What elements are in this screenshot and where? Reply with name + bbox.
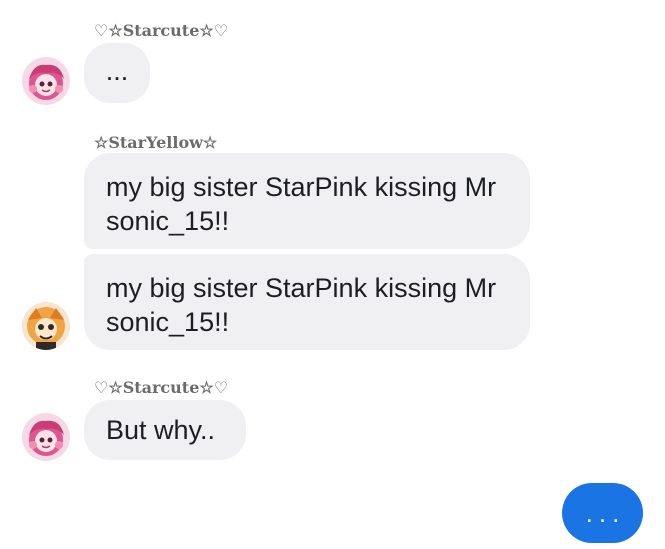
message-text: ... — [105, 56, 129, 86]
sender-name-starcute-2: ♡☆Starcute☆♡ — [94, 378, 229, 397]
message-bubble-but-why[interactable]: But why.. — [84, 400, 246, 460]
avatar-starcute-icon[interactable] — [22, 57, 70, 105]
message-bubble-1[interactable]: my big sister StarPink kissing Mr sonic_… — [84, 153, 530, 249]
message-bubble-2[interactable]: my big sister StarPink kissing Mr sonic_… — [84, 254, 530, 350]
avatar-starcute-icon[interactable] — [22, 413, 70, 461]
message-bubble-ellipsis[interactable]: ... — [84, 43, 150, 103]
sender-name-staryellow: ☆StarYellow☆ — [94, 133, 218, 152]
outgoing-typing-bubble[interactable]: ... — [562, 483, 643, 543]
message-text: my big sister StarPink kissing Mr sonic_… — [106, 273, 497, 337]
sender-name-starcute: ♡☆Starcute☆♡ — [94, 21, 229, 40]
typing-indicator: ... — [585, 498, 626, 528]
message-text: my big sister StarPink kissing Mr sonic_… — [106, 172, 497, 236]
avatar-staryellow-icon[interactable] — [22, 302, 70, 350]
message-text: But why.. — [106, 415, 216, 445]
